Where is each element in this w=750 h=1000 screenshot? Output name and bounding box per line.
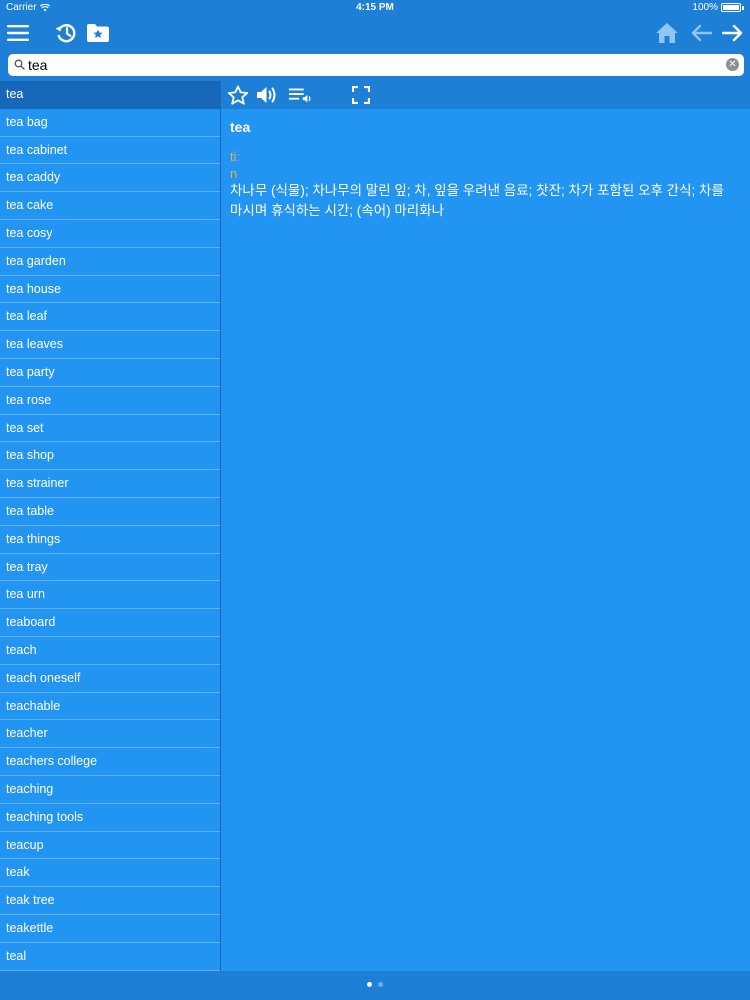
word-list-item[interactable]: teal	[0, 943, 220, 971]
forward-button[interactable]	[718, 18, 748, 48]
word-list-item[interactable]: teacup	[0, 832, 220, 860]
speaker-icon	[257, 87, 276, 103]
word-list-item[interactable]: tea cabinet	[0, 137, 220, 165]
word-list-item[interactable]: tea urn	[0, 581, 220, 610]
pronounce-button[interactable]	[256, 83, 280, 107]
word-list-item[interactable]: tea bag	[0, 109, 220, 137]
menu-button[interactable]	[3, 18, 33, 48]
search-input[interactable]	[28, 55, 718, 75]
history-button[interactable]	[51, 18, 81, 48]
page-indicator[interactable]	[0, 982, 750, 987]
battery-icon	[721, 3, 741, 12]
word-list-item[interactable]: tea caddy	[0, 164, 220, 193]
battery-percent: 100%	[692, 2, 718, 13]
word-list-item[interactable]: teaching	[0, 776, 220, 804]
home-icon	[656, 23, 678, 43]
favorite-button[interactable]	[226, 83, 250, 107]
word-list-item[interactable]: tea shop	[0, 442, 220, 471]
home-button[interactable]	[652, 18, 682, 48]
word-list-item[interactable]: teach oneself	[0, 665, 220, 693]
word-list-item[interactable]: tea rose	[0, 387, 220, 415]
word-list[interactable]: tea tea bag tea cabinet tea caddy tea cake te…	[0, 81, 220, 971]
word-list-item[interactable]: tea	[0, 81, 220, 109]
word-list-item[interactable]: tea tray	[0, 554, 220, 582]
speak-list-button[interactable]	[288, 83, 312, 107]
entry-headword: tea	[230, 119, 251, 135]
word-list-item[interactable]: teachable	[0, 693, 220, 721]
word-list-item[interactable]: tea strainer	[0, 470, 220, 498]
battery-tip	[742, 5, 744, 10]
status-time: 4:15 PM	[356, 2, 394, 13]
close-icon: ✕	[728, 59, 737, 70]
bottom-bar	[0, 971, 750, 1000]
word-list-item[interactable]: tea garden	[0, 248, 220, 276]
clear-search-button[interactable]: ✕	[726, 58, 739, 71]
entry-detail: tea tiː n 차나무 (식물); 차나무의 말린 잎; 차, 잎을 우려낸…	[221, 109, 750, 971]
detail-toolbar	[221, 81, 750, 109]
star-folder-icon	[87, 24, 109, 42]
search-bar: ✕	[8, 54, 744, 76]
fullscreen-button[interactable]	[349, 83, 373, 107]
entry-pronunciation: tiː	[230, 149, 241, 164]
word-list-item[interactable]: teakettle	[0, 915, 220, 943]
word-list-item[interactable]: teak	[0, 859, 220, 888]
history-clock-icon	[55, 24, 76, 43]
entry-part-of-speech: n	[230, 166, 238, 181]
fullscreen-icon	[352, 86, 370, 104]
word-list-item[interactable]: tea cake	[0, 192, 220, 220]
speak-list-icon	[288, 88, 311, 103]
word-list-item[interactable]: tea leaf	[0, 303, 220, 332]
word-list-item[interactable]: tea cosy	[0, 220, 220, 248]
word-list-item[interactable]: tea house	[0, 276, 220, 304]
hamburger-menu-icon	[7, 25, 29, 41]
word-list-item[interactable]: tea table	[0, 498, 220, 526]
word-list-item[interactable]: teaboard	[0, 609, 220, 637]
word-list-item[interactable]: tea leaves	[0, 331, 220, 359]
word-list-item[interactable]: teaching tools	[0, 804, 220, 832]
arrow-right-icon	[722, 24, 743, 42]
star-outline-icon	[227, 85, 249, 105]
entry-meaning: 차나무 (식물); 차나무의 말린 잎; 차, 잎을 우려낸 음료; 찻잔; 차…	[230, 183, 724, 218]
page-dot	[378, 982, 383, 987]
back-button[interactable]	[686, 18, 716, 48]
page-dot-active	[367, 982, 372, 987]
arrow-left-icon	[691, 24, 712, 42]
word-list-item[interactable]: tea party	[0, 359, 220, 387]
word-list-item[interactable]: tea set	[0, 415, 220, 443]
word-list-item[interactable]: teachers college	[0, 748, 220, 776]
word-list-item[interactable]: teak tree	[0, 887, 220, 915]
favorites-button[interactable]	[83, 18, 113, 48]
battery-indicator: 100%	[692, 2, 744, 13]
word-list-item[interactable]: tea things	[0, 526, 220, 554]
search-icon	[14, 59, 25, 70]
word-list-item[interactable]: teach	[0, 637, 220, 665]
main-toolbar	[0, 16, 750, 52]
word-list-item[interactable]: teacher	[0, 720, 220, 749]
status-bar: Carrier 4:15 PM 100%	[0, 0, 750, 16]
